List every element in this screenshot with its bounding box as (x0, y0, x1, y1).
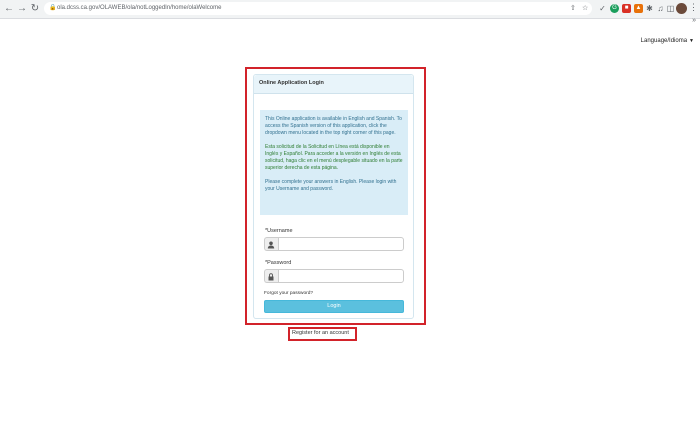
forward-button[interactable]: → (16, 3, 28, 15)
password-label: *Password (265, 260, 292, 266)
lock-icon: 🔒 (49, 5, 57, 11)
login-panel: Online Application Login This Online app… (253, 74, 414, 319)
info-english: This Online application is available in … (265, 116, 402, 136)
bookmarks-strip: » (0, 17, 700, 28)
username-label: *Username (265, 228, 293, 234)
more-bookmarks-icon[interactable]: » (692, 17, 696, 24)
extensions-puzzle-icon[interactable]: ✱ (645, 4, 654, 13)
extension-orange-icon[interactable]: ▲ (634, 4, 643, 13)
address-bar[interactable]: 🔒 ola.dcss.ca.gov/OLAWEB/ola/notLoggedIn… (44, 2, 592, 15)
forgot-password-link[interactable]: Forgot your password? (264, 291, 313, 296)
profile-avatar[interactable] (676, 3, 687, 14)
username-group (264, 237, 404, 251)
browser-menu-icon[interactable]: ⋮ (689, 2, 698, 13)
info-spanish: Esta solicitud de la Solicitud en Línea … (265, 144, 403, 171)
info-note: Please complete your answers in English.… (265, 179, 397, 192)
caret-down-icon: ▼ (689, 38, 694, 44)
share-icon[interactable]: ⇧ (570, 2, 576, 15)
lock-icon (264, 269, 278, 283)
extension-red-icon[interactable]: ■ (622, 4, 631, 13)
side-panel-icon[interactable]: ◫ (666, 4, 675, 13)
reload-button[interactable]: ↻ (29, 3, 41, 15)
extension-icon[interactable]: ✓ (598, 4, 607, 13)
password-group (264, 269, 404, 283)
login-button[interactable]: Login (264, 300, 404, 313)
user-icon (264, 237, 278, 251)
language-dropdown[interactable]: Language/Idioma ▼ (641, 38, 694, 44)
media-icon[interactable]: ♫ (656, 4, 665, 13)
info-alert: This Online application is available in … (260, 110, 408, 215)
panel-title: Online Application Login (259, 80, 324, 86)
bookmark-star-icon[interactable]: ☆ (582, 2, 588, 15)
grammarly-icon[interactable]: G (610, 4, 619, 13)
username-input[interactable] (278, 237, 404, 251)
panel-header: Online Application Login (254, 75, 413, 94)
browser-toolbar: ← → ↻ 🔒 ola.dcss.ca.gov/OLAWEB/ola/notLo… (0, 0, 700, 19)
back-button[interactable]: ← (3, 3, 15, 15)
password-input[interactable] (278, 269, 404, 283)
register-link[interactable]: Register for an account (292, 330, 349, 336)
url-text: ola.dcss.ca.gov/OLAWEB/ola/notLoggedIn/h… (57, 5, 222, 11)
language-dropdown-label: Language/Idioma (640, 38, 688, 44)
